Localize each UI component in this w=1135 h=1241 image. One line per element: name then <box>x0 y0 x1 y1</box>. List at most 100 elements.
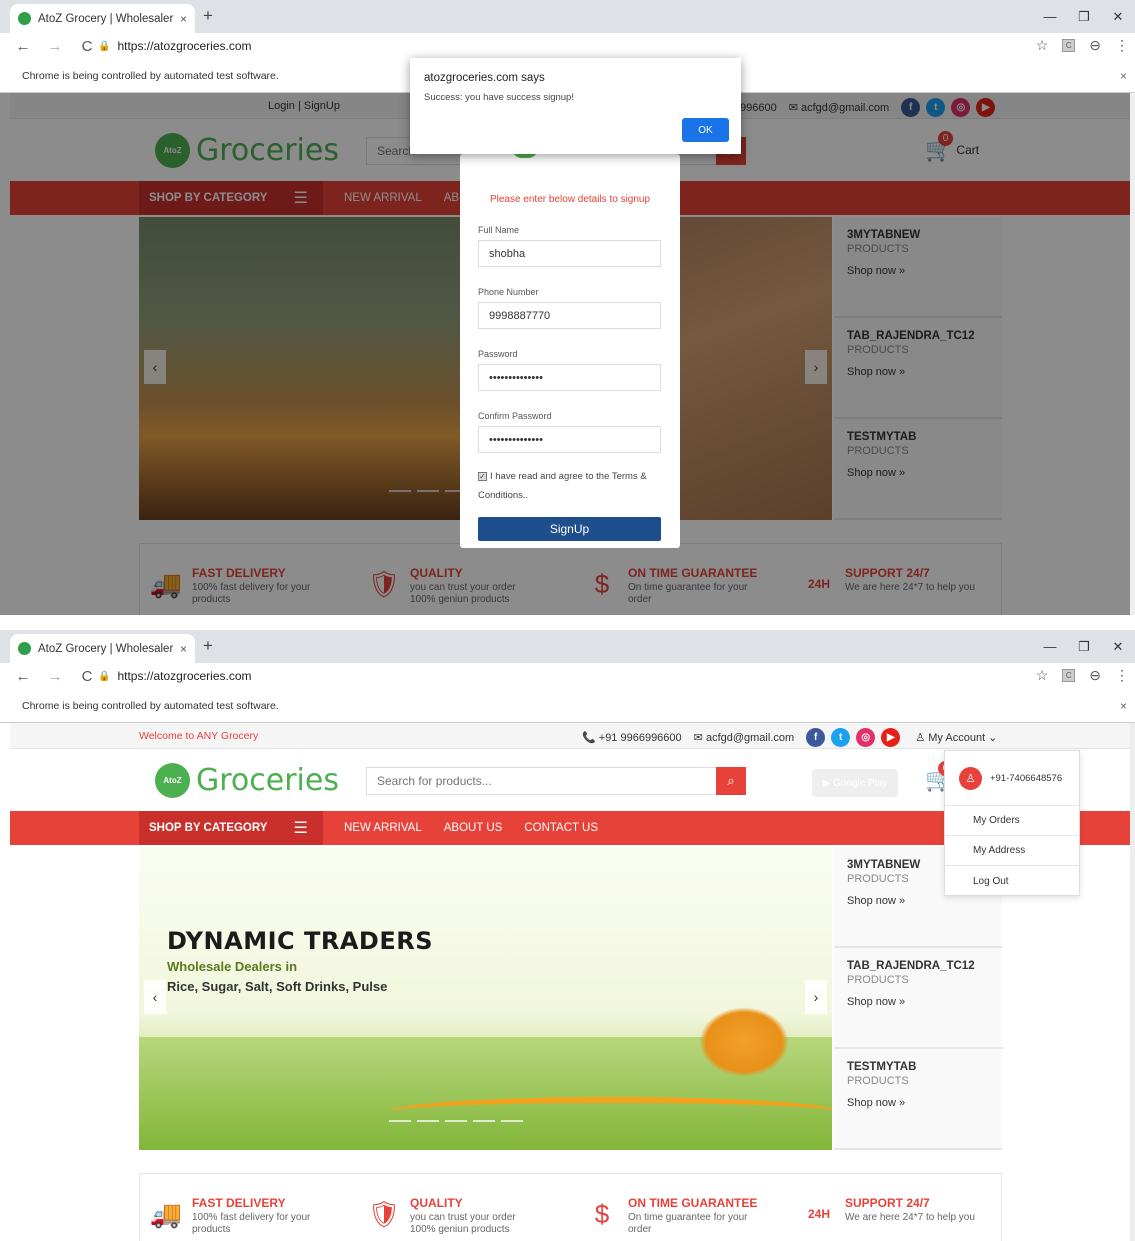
infobar-close-icon[interactable]: × <box>1120 699 1127 713</box>
header-phone: 📞 +91 9966996600 <box>582 732 682 744</box>
password-field[interactable]: •••••••••••••• <box>478 364 661 391</box>
carousel-prev-icon[interactable]: ‹ <box>144 980 166 1014</box>
top-strip: Welcome to ANY Grocery 📞 +91 9966996600 … <box>10 723 1130 749</box>
feature-on-time: $ ON TIME GUARANTEE On time guarantee for… <box>584 1196 758 1236</box>
banner-subtitle: Wholesale Dealers in <box>167 959 298 974</box>
shop-now-link[interactable]: Shop now » <box>847 996 989 1008</box>
full-name-field[interactable]: shobha <box>478 240 661 267</box>
logo-badge: AtoZ <box>155 763 190 798</box>
terms-checkbox[interactable]: ✓ <box>478 472 487 481</box>
banner-title: DYNAMIC TRADERS <box>167 927 434 955</box>
youtube-icon[interactable]: ▶ <box>881 728 901 747</box>
instagram-icon[interactable]: ◎ <box>856 728 876 747</box>
window-close-icon[interactable]: ✕ <box>1101 630 1135 663</box>
url-text: https://atozgroceries.com <box>117 669 252 683</box>
tab-title: AtoZ Grocery | Wholesaler in Ban <box>38 642 176 655</box>
carousel-next-icon[interactable]: › <box>805 980 827 1014</box>
wheat-image <box>699 1007 789 1077</box>
menu-my-address[interactable]: My Address <box>945 836 1079 866</box>
browser-toolbar: ← → C 🔒 https://atozgroceries.com ☆ C ⊖ … <box>0 33 1135 59</box>
facebook-icon[interactable]: f <box>806 728 826 747</box>
browser-tab[interactable]: AtoZ Grocery | Wholesaler in Ban × <box>10 634 195 663</box>
bookmark-star-icon[interactable]: ☆ <box>1036 37 1049 54</box>
favicon-icon <box>18 642 31 655</box>
feature-quality: 🛡 QUALITY you can trust your order 100% g… <box>367 1196 516 1235</box>
maximize-icon[interactable]: ❐ <box>1067 0 1101 33</box>
screenshot-signup: AtoZ Grocery | Wholesaler in Ban × + — ❐… <box>0 0 1135 615</box>
phone-field[interactable]: 9998887770 <box>478 302 661 329</box>
carousel-dots[interactable] <box>389 1120 523 1122</box>
twitter-icon[interactable]: t <box>831 728 851 747</box>
extension-icon[interactable]: C <box>1062 39 1076 52</box>
shop-now-link[interactable]: Shop now » <box>847 1097 989 1109</box>
side-product-item[interactable]: TESTMYTAB PRODUCTS Shop now » <box>834 1049 1002 1150</box>
tab-close-icon[interactable]: × <box>180 642 187 656</box>
profile-icon[interactable]: ⊖ <box>1089 37 1101 54</box>
browser-menu-icon[interactable]: ⋮ <box>1115 667 1129 684</box>
site-logo[interactable]: AtoZ Groceries <box>155 763 339 798</box>
browser-tab[interactable]: AtoZ Grocery | Wholesaler in Ban × <box>10 4 195 33</box>
shop-now-link[interactable]: Shop now » <box>847 895 989 907</box>
signup-modal: Please enter below details to signup Ful… <box>460 148 680 548</box>
bookmark-star-icon[interactable]: ☆ <box>1036 667 1049 684</box>
terms-row: ✓ I have read and agree to the Terms & Co… <box>478 467 662 505</box>
signup-button[interactable]: SignUp <box>478 517 661 541</box>
header-email: ✉ acfgd@gmail.com <box>693 732 795 744</box>
user-icon: ♙ <box>959 766 982 790</box>
infobar-close-icon[interactable]: × <box>1120 69 1127 83</box>
confirm-password-label: Confirm Password <box>478 411 552 421</box>
minimize-icon[interactable]: — <box>1033 0 1067 33</box>
browser-tabbar: AtoZ Grocery | Wholesaler in Ban × + — ❐… <box>0 0 1135 33</box>
alert-ok-button[interactable]: OK <box>682 118 729 142</box>
alert-message: Success: you have success signup! <box>424 92 574 103</box>
window-close-icon[interactable]: ✕ <box>1101 0 1135 33</box>
terms-text: I have read and agree to the Terms & Con… <box>478 471 647 501</box>
back-icon[interactable]: ← <box>14 668 32 685</box>
my-account-toggle[interactable]: ♙ My Account ⌄ <box>915 731 997 744</box>
welcome-text: Welcome to ANY Grocery <box>139 730 259 742</box>
account-phone: +91-7406648576 <box>990 772 1063 784</box>
browser-menu-icon[interactable]: ⋮ <box>1115 37 1129 54</box>
banner-swoosh <box>389 1097 832 1127</box>
phone-label: Phone Number <box>478 287 539 297</box>
profile-icon[interactable]: ⊖ <box>1089 667 1101 684</box>
extension-icon[interactable]: C <box>1062 669 1076 682</box>
feature-support: 24H SUPPORT 24/7 We are here 24*7 to help… <box>801 1196 975 1232</box>
nav-about-us[interactable]: ABOUT US <box>444 822 503 834</box>
truck-icon: 🚚 <box>149 1198 183 1229</box>
confirm-password-field[interactable]: •••••••••••••• <box>478 426 661 453</box>
forward-icon[interactable]: → <box>46 38 64 55</box>
scrollbar[interactable] <box>1130 93 1135 615</box>
signup-note: Please enter below details to signup <box>489 194 651 205</box>
side-product-item[interactable]: TAB_RAJENDRA_TC12 PRODUCTS Shop now » <box>834 948 1002 1049</box>
tab-close-icon[interactable]: × <box>180 12 187 26</box>
maximize-icon[interactable]: ❐ <box>1067 630 1101 663</box>
shop-by-category-button[interactable]: SHOP BY CATEGORY ☰ <box>139 811 323 845</box>
full-name-label: Full Name <box>478 225 520 235</box>
infobar-text: Chrome is being controlled by automated … <box>22 69 279 82</box>
shield-icon: 🛡 <box>367 1198 401 1229</box>
address-bar[interactable]: 🔒 https://atozgroceries.com <box>90 36 1030 56</box>
alert-title: atozgroceries.com says <box>424 72 545 84</box>
support-24h-icon: 24H <box>807 1207 830 1221</box>
minimize-icon[interactable]: — <box>1033 630 1067 663</box>
menu-my-orders[interactable]: My Orders <box>945 806 1079 836</box>
menu-log-out[interactable]: Log Out <box>945 866 1079 896</box>
new-tab-icon[interactable]: + <box>203 6 213 26</box>
banner-products: Rice, Sugar, Salt, Soft Drinks, Pulse <box>167 979 388 994</box>
nav-contact-us[interactable]: CONTACT US <box>524 822 598 834</box>
tab-title: AtoZ Grocery | Wholesaler in Ban <box>38 12 176 25</box>
url-text: https://atozgroceries.com <box>117 39 252 53</box>
scrollbar[interactable] <box>1130 723 1135 1241</box>
new-tab-icon[interactable]: + <box>203 636 213 656</box>
account-dropdown: ♙ +91-7406648576 My Orders My Address Lo… <box>944 750 1080 896</box>
search-icon[interactable]: ⌕ <box>716 767 746 795</box>
search-input[interactable] <box>367 768 716 794</box>
address-bar[interactable]: 🔒 https://atozgroceries.com <box>90 666 1030 686</box>
back-icon[interactable]: ← <box>14 38 32 55</box>
google-play-badge[interactable]: ▶ Google Play <box>812 769 898 797</box>
nav-new-arrival[interactable]: NEW ARRIVAL <box>344 822 422 834</box>
browser-tabbar: AtoZ Grocery | Wholesaler in Ban × + — ❐… <box>0 630 1135 663</box>
hamburger-icon: ☰ <box>293 820 308 837</box>
forward-icon[interactable]: → <box>46 668 64 685</box>
